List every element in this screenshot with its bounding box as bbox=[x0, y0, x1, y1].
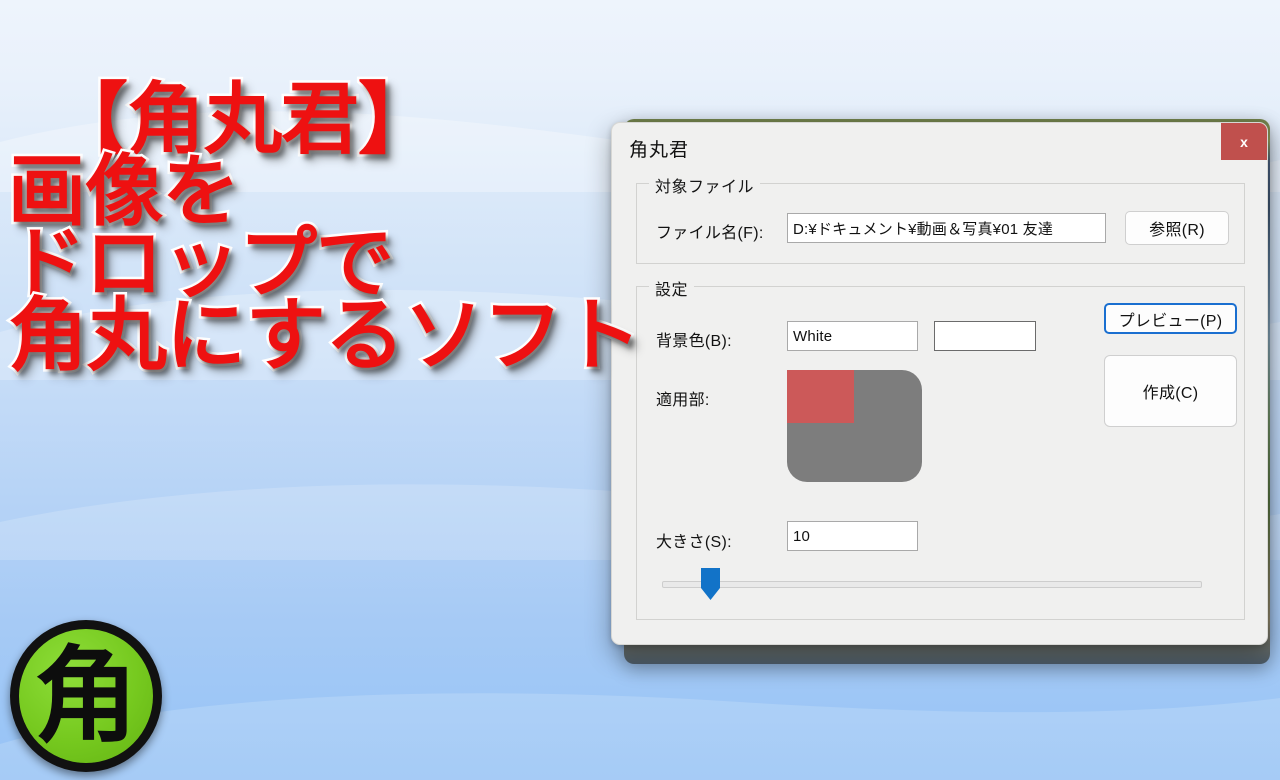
dialog-title: 角丸君 bbox=[629, 140, 690, 161]
screenshot-stage: 角丸君 x 対象ファイル ファイル名(F): D:¥ドキュメント¥動画＆写真¥0… bbox=[0, 0, 1280, 780]
apply-part-label: 適用部: bbox=[656, 392, 710, 409]
filename-label: ファイル名(F): bbox=[656, 225, 764, 242]
size-slider[interactable] bbox=[662, 563, 1202, 607]
dialog-titlebar[interactable]: 角丸君 x bbox=[612, 123, 1267, 175]
browse-button[interactable]: 参照(R) bbox=[1125, 211, 1229, 245]
settings-legend: 設定 bbox=[649, 276, 695, 300]
corner-selector-preview[interactable] bbox=[787, 370, 922, 482]
logo-character: 角 bbox=[33, 639, 138, 755]
size-label: 大きさ(S): bbox=[656, 534, 732, 551]
create-button[interactable]: 作成(C) bbox=[1104, 355, 1237, 427]
target-file-legend: 対象ファイル bbox=[649, 173, 761, 197]
size-slider-track[interactable] bbox=[662, 581, 1202, 588]
corner-top-left-selected[interactable] bbox=[787, 370, 854, 423]
size-slider-thumb[interactable] bbox=[701, 568, 720, 600]
close-icon[interactable]: x bbox=[1221, 123, 1267, 160]
app-logo: 角 bbox=[10, 620, 162, 772]
background-color-input[interactable]: White bbox=[787, 321, 918, 351]
filename-input[interactable]: D:¥ドキュメント¥動画＆写真¥01 友達 bbox=[787, 213, 1106, 243]
background-color-label: 背景色(B): bbox=[656, 333, 732, 350]
preview-button[interactable]: プレビュー(P) bbox=[1104, 303, 1237, 334]
logo-inner-circle: 角 bbox=[19, 629, 153, 763]
background-color-swatch[interactable] bbox=[934, 321, 1036, 351]
size-input[interactable]: 10 bbox=[787, 521, 918, 551]
